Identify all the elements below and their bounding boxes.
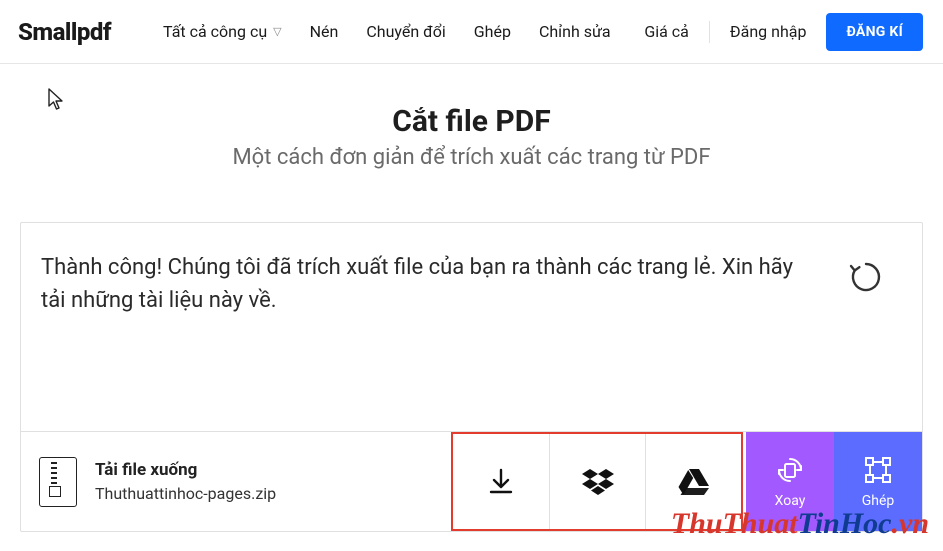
file-info: Tải file xuống Thuthuattinhoc-pages.zip [21, 432, 451, 531]
signup-button[interactable]: ĐĂNG KÍ [826, 13, 923, 51]
tool-actions: Xoay Ghép [746, 432, 922, 531]
file-texts: Tải file xuống Thuthuattinhoc-pages.zip [95, 460, 276, 503]
download-local-button[interactable] [453, 434, 549, 529]
nav-compress[interactable]: Nén [310, 22, 339, 41]
dropbox-icon [581, 467, 615, 497]
nav-edit[interactable]: Chỉnh sửa [539, 22, 611, 41]
merge-tool-button[interactable]: Ghép [834, 432, 922, 531]
page-subtitle: Một cách đơn giản để trích xuất các tran… [0, 145, 943, 170]
download-title: Tải file xuống [95, 460, 276, 480]
divider [709, 21, 710, 43]
download-dropbox-button[interactable] [549, 434, 645, 529]
nav-pricing[interactable]: Giá cả [644, 22, 689, 41]
rotate-tool-label: Xoay [775, 493, 806, 509]
rotate-icon [775, 455, 805, 485]
page-title: Cắt file PDF [0, 104, 943, 139]
right-nav: Giá cả Đăng nhập ĐĂNG KÍ [644, 13, 923, 51]
retry-button[interactable] [844, 255, 888, 299]
retry-icon [848, 259, 884, 295]
zip-file-icon [39, 457, 77, 507]
success-message: Thành công! Chúng tôi đã trích xuất file… [41, 251, 824, 317]
page-head: Cắt file PDF Một cách đơn giản để trích … [0, 104, 943, 170]
result-bottom-bar: Tải file xuống Thuthuattinhoc-pages.zip [21, 431, 922, 531]
nav-merge[interactable]: Ghép [474, 22, 511, 41]
nav-all-tools-label: Tất cả công cụ [163, 22, 267, 41]
chevron-down-icon: ▽ [273, 25, 281, 38]
result-top: Thành công! Chúng tôi đã trích xuất file… [21, 223, 922, 431]
nav-login[interactable]: Đăng nhập [730, 22, 807, 41]
nav-convert[interactable]: Chuyển đổi [366, 22, 445, 41]
google-drive-icon [678, 468, 710, 496]
result-card: Thành công! Chúng tôi đã trích xuất file… [20, 222, 923, 532]
download-filename: Thuthuattinhoc-pages.zip [95, 484, 276, 503]
download-gdrive-button[interactable] [645, 434, 741, 529]
merge-tool-label: Ghép [862, 493, 895, 509]
main-nav: Tất cả công cụ ▽ Nén Chuyển đổi Ghép Chỉ… [163, 22, 611, 41]
merge-icon [863, 455, 893, 485]
brand-logo[interactable]: Smallpdf [18, 18, 111, 46]
download-icon [486, 467, 516, 497]
download-actions-highlight [451, 432, 743, 531]
header: Smallpdf Tất cả công cụ ▽ Nén Chuyển đổi… [0, 0, 943, 64]
rotate-tool-button[interactable]: Xoay [746, 432, 834, 531]
nav-all-tools[interactable]: Tất cả công cụ ▽ [163, 22, 282, 41]
